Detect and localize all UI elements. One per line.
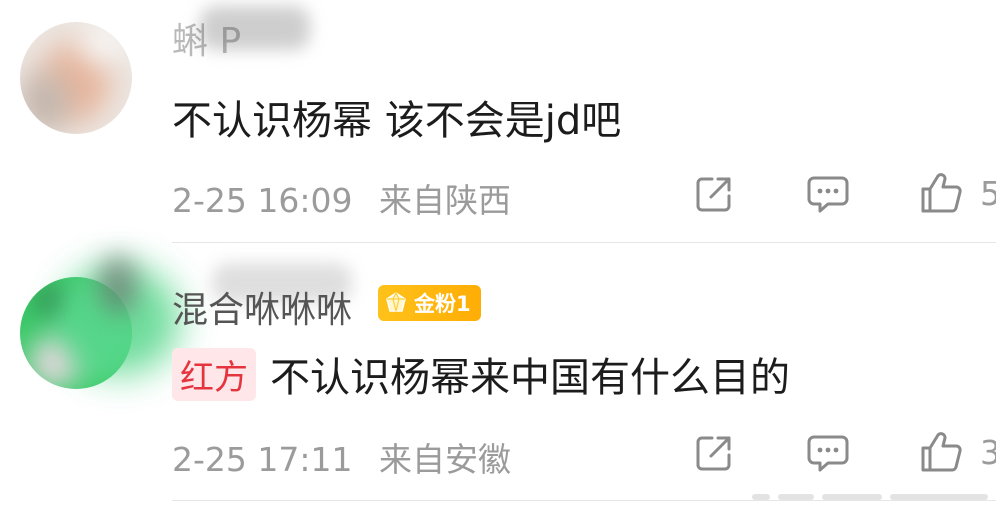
divider (172, 242, 996, 243)
like-icon (921, 173, 962, 213)
like-count: 3 (980, 433, 996, 472)
share-button[interactable] (692, 172, 736, 216)
share-icon (696, 177, 731, 212)
comment-meta: 2-25 17:11 来自安徽 (172, 433, 511, 481)
like-count: 5 (980, 174, 996, 213)
reply-button[interactable] (806, 172, 850, 216)
comment-icon (807, 176, 849, 213)
comment-icon (807, 435, 849, 472)
username[interactable]: 蝌 P (172, 12, 241, 64)
like-button[interactable] (918, 170, 964, 216)
like-button[interactable] (918, 429, 964, 475)
fan-badge[interactable]: 金粉1 (378, 285, 481, 321)
watermark (752, 484, 992, 510)
comment-item: 蝌 P 不认识杨幂 该不会是jd吧 2-25 16:09 来自陕西 5 (0, 0, 996, 245)
reply-button[interactable] (806, 431, 850, 475)
comment-text: 不认识杨幂来中国有什么目的 (270, 355, 790, 401)
badge-label: 金粉1 (414, 292, 471, 316)
comment-item: 混合咻咻咻 金粉1 红方 不认识杨幂来中国有什么目的 2-25 17:11 来自安… (0, 245, 996, 520)
comment-meta: 2-25 16:09 来自陕西 (172, 174, 511, 222)
comment-text: 不认识杨幂 该不会是jd吧 (172, 98, 622, 144)
like-icon (921, 432, 962, 472)
timestamp: 2-25 16:09 (172, 181, 353, 220)
location: 来自安徽 (379, 440, 511, 479)
comment-text-row: 红方 不认识杨幂来中国有什么目的 (172, 345, 790, 403)
share-button[interactable] (692, 431, 736, 475)
side-tag[interactable]: 红方 (172, 347, 256, 401)
username[interactable]: 混合咻咻咻 (172, 281, 352, 333)
location: 来自陕西 (379, 181, 511, 220)
timestamp: 2-25 17:11 (172, 440, 353, 479)
share-icon (696, 436, 731, 471)
avatar-blur-overflow (98, 255, 138, 315)
avatar[interactable] (20, 22, 132, 134)
gem-icon (386, 291, 406, 312)
